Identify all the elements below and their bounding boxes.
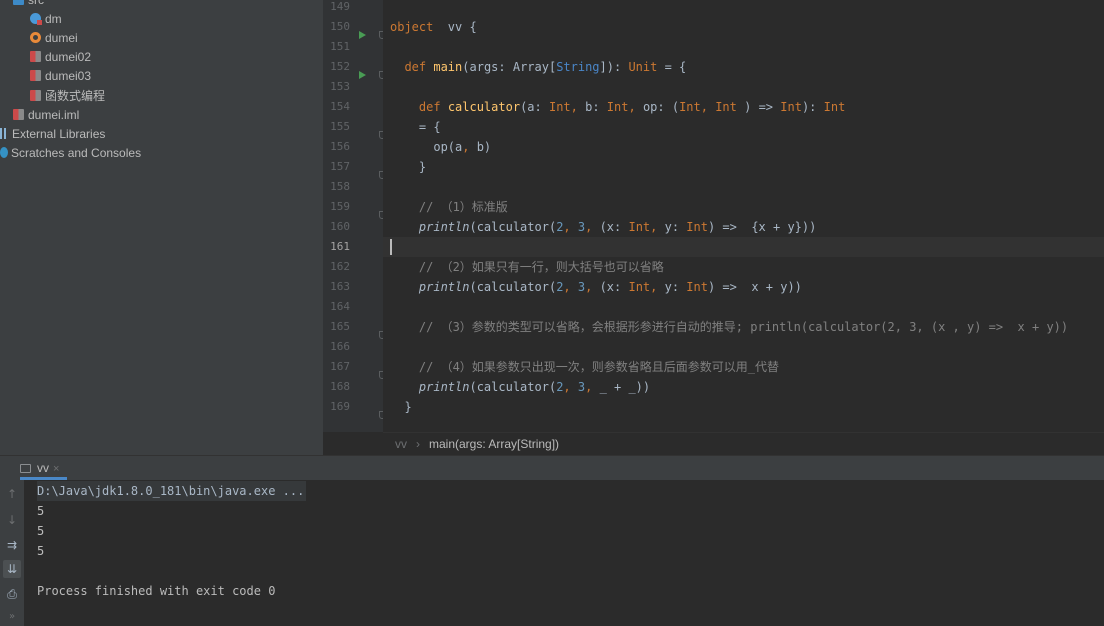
line-number: 153: [330, 80, 350, 93]
tree-item-dumei03[interactable]: dumei03: [30, 67, 91, 86]
code-line: println(calculator(2, 3, (x: Int, y: Int…: [390, 220, 817, 234]
console-line: 5: [37, 504, 45, 518]
code-line: = {: [390, 120, 441, 134]
console-icon: [20, 464, 31, 473]
tree-item-label: dm: [45, 12, 62, 26]
tree-item-label: dumei.iml: [28, 108, 80, 122]
code-line: object vv {: [390, 20, 477, 34]
run-object-icon[interactable]: [359, 31, 366, 39]
tree-item-label: Scratches and Consoles: [11, 146, 142, 160]
print-icon[interactable]: ⎙: [3, 585, 21, 603]
line-number: 151: [330, 40, 350, 53]
tree-item-src[interactable]: src: [13, 0, 44, 10]
tree-item-dm[interactable]: dm: [30, 10, 62, 29]
scroll-to-end-icon[interactable]: ⇊: [3, 560, 21, 578]
code-line: // （1）标准版: [390, 200, 508, 214]
scala-file-icon: [30, 90, 41, 101]
line-number: 163: [330, 280, 350, 293]
line-number: 154: [330, 100, 350, 113]
run-toolbar: ↑ ↓ ⇉ ⇊ ⎙ »: [0, 480, 24, 626]
scala-file-icon: [30, 51, 41, 62]
code-line: println(calculator(2, 3, (x: Int, y: Int…: [390, 280, 802, 294]
run-tab-label: vv: [37, 461, 49, 475]
module-file-icon: [13, 109, 24, 120]
scala-object-icon: [30, 13, 42, 25]
breadcrumb-method[interactable]: main(args: Array[String]): [429, 433, 559, 455]
close-icon[interactable]: ×: [53, 463, 59, 475]
line-number: 160: [330, 220, 350, 233]
text-caret: [390, 239, 392, 255]
console-line: D:\Java\jdk1.8.0_181\bin\java.exe ...: [37, 481, 307, 501]
line-number: 152: [330, 60, 350, 73]
line-number: 167: [330, 360, 350, 373]
editor-gutter: 149 150 151 152 153 154 155 156 157 158 …: [323, 0, 386, 432]
line-number: 162: [330, 260, 350, 273]
run-main-icon[interactable]: [359, 71, 366, 79]
line-number: 158: [330, 180, 350, 193]
current-line-highlight: [383, 237, 1104, 257]
console-line: 5: [37, 524, 45, 538]
tree-item-functional[interactable]: 函数式编程: [30, 87, 105, 106]
code-line: def main(args: Array[String]): Unit = {: [404, 60, 687, 74]
line-number: 159: [330, 200, 350, 213]
line-number: 169: [330, 400, 350, 413]
breadcrumb: vv › main(args: Array[String]): [383, 432, 1104, 455]
line-number: 165: [330, 320, 350, 333]
run-panel-header: vv ×: [0, 455, 1104, 480]
tree-item-dumei[interactable]: dumei: [30, 29, 78, 48]
run-tab-vv[interactable]: vv ×: [20, 456, 68, 480]
code-line: println(calculator(2, 3, _ + _)): [390, 380, 651, 394]
tree-item-scratches[interactable]: Scratches and Consoles: [0, 144, 141, 163]
soft-wrap-icon[interactable]: ⇉: [3, 536, 21, 554]
code-editor[interactable]: object vv { def main(args: Array[String]…: [383, 0, 1104, 432]
code-line: // （2）如果只有一行，则大括号也可以省略: [390, 260, 664, 274]
tree-item-label: dumei: [45, 31, 78, 45]
line-number: 164: [330, 300, 350, 313]
line-number: 155: [330, 120, 350, 133]
line-number: 168: [330, 380, 350, 393]
tree-item-label: 函数式编程: [45, 89, 106, 103]
code-line: // （3）参数的类型可以省略，会根据形参进行自动的推导; println(ca…: [390, 320, 1069, 334]
more-icon[interactable]: »: [3, 608, 21, 626]
console-line: Process finished with exit code 0: [37, 584, 276, 598]
breadcrumb-separator: ›: [416, 437, 420, 451]
scratch-icon: [0, 147, 8, 158]
tree-item-dumei-iml[interactable]: dumei.iml: [13, 106, 79, 125]
folder-icon: [13, 0, 24, 5]
tree-item-label: dumei03: [45, 69, 92, 83]
down-arrow-icon[interactable]: ↓: [3, 511, 21, 529]
line-number: 149: [330, 0, 350, 13]
line-number: 156: [330, 140, 350, 153]
tree-item-label: dumei02: [45, 50, 92, 64]
scala-file-icon: [30, 70, 41, 81]
tree-item-dumei02[interactable]: dumei02: [30, 48, 91, 67]
project-tree: src dm dumei dumei02 dumei03 函数式编程 dumei…: [0, 0, 323, 455]
code-line: }: [390, 400, 412, 414]
up-arrow-icon[interactable]: ↑: [3, 485, 21, 503]
tree-item-label: External Libraries: [12, 127, 106, 141]
tree-item-label: src: [28, 0, 44, 7]
line-number: 157: [330, 160, 350, 173]
line-number: 166: [330, 340, 350, 353]
code-line: }: [390, 160, 427, 174]
line-number-current: 161: [330, 240, 350, 253]
library-icon: [0, 128, 8, 139]
object-icon: [30, 32, 41, 43]
line-number: 150: [330, 20, 350, 33]
code-line: def calculator(a: Int, b: Int, op: (Int,…: [418, 100, 846, 114]
run-console[interactable]: D:\Java\jdk1.8.0_181\bin\java.exe ... 5 …: [24, 480, 1104, 626]
tree-item-external-libraries[interactable]: External Libraries: [0, 125, 105, 144]
code-line: // （4）如果参数只出现一次，则参数省略且后面参数可以用_代替: [390, 360, 780, 374]
breadcrumb-object[interactable]: vv: [395, 433, 407, 455]
code-line: op(a, b): [390, 140, 492, 154]
console-line: 5: [37, 544, 45, 558]
